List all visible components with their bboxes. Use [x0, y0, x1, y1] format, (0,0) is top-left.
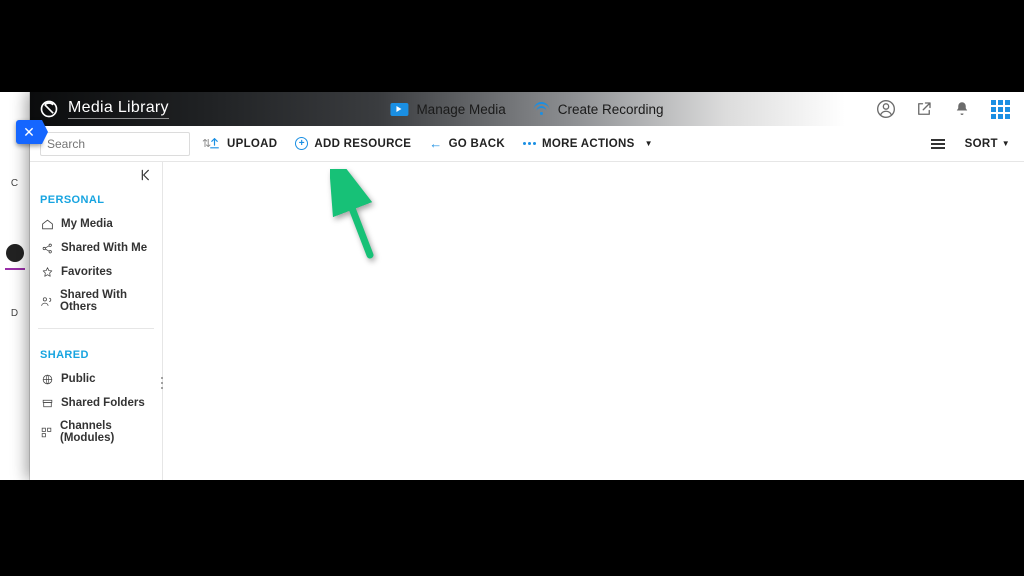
create-recording-label: Create Recording [558, 102, 664, 117]
search-field-wrap[interactable]: ⇅ [40, 132, 190, 156]
sidebar: PERSONAL My Media Shared With Me Favorit… [30, 162, 163, 480]
archive-icon [40, 396, 54, 410]
nav-label: Favorites [61, 266, 112, 278]
caret-down-icon: ▼ [645, 139, 653, 148]
close-panel-button[interactable]: ✕ [16, 120, 42, 144]
nav-my-media[interactable]: My Media [30, 212, 162, 236]
host-app-accent [5, 268, 25, 270]
upload-button[interactable]: UPLOAD [208, 137, 277, 150]
media-library-panel: ✕ Media Library Manage Media Create Reco… [30, 92, 1024, 480]
open-external-icon[interactable] [914, 99, 934, 119]
bell-icon[interactable] [952, 99, 972, 119]
header-right [876, 99, 1010, 119]
nav-public[interactable]: Public [30, 367, 162, 391]
sort-button[interactable]: SORT ▼ [965, 138, 1010, 150]
nav-label: Channels (Modules) [60, 420, 154, 444]
upload-label: UPLOAD [227, 138, 277, 150]
more-actions-label: MORE ACTIONS [542, 138, 635, 150]
sidebar-collapse-button[interactable] [138, 166, 156, 184]
nav-label: Shared With Others [60, 289, 154, 313]
globe-icon [40, 372, 54, 386]
upload-icon [208, 137, 221, 150]
nav-label: Shared Folders [61, 397, 145, 409]
list-view-toggle[interactable] [931, 139, 945, 149]
more-actions-button[interactable]: MORE ACTIONS ▼ [523, 138, 653, 150]
nav-label: Shared With Me [61, 242, 147, 254]
star-icon [40, 265, 54, 279]
broadcast-icon [534, 102, 550, 116]
share-icon [40, 241, 54, 255]
nav-label: Public [61, 373, 96, 385]
nav-label: My Media [61, 218, 113, 230]
toolbar: ⇅ UPLOAD + ADD RESOURCE ← GO BACK MORE A… [30, 126, 1024, 162]
search-input[interactable] [47, 137, 202, 151]
sort-label: SORT [965, 138, 998, 150]
nav-favorites[interactable]: Favorites [30, 260, 162, 284]
nav-shared-with-others[interactable]: Shared With Others [30, 284, 162, 318]
account-icon[interactable] [876, 99, 896, 119]
nav-shared-folders[interactable]: Shared Folders [30, 391, 162, 415]
add-resource-label: ADD RESOURCE [314, 138, 411, 150]
add-resource-button[interactable]: + ADD RESOURCE [295, 137, 411, 150]
home-icon [40, 217, 54, 231]
host-avatar [6, 244, 24, 262]
go-back-label: GO BACK [449, 138, 505, 150]
content-area [163, 162, 1024, 480]
app-title: Media Library [68, 99, 169, 119]
caret-down-icon: ▼ [1002, 139, 1010, 148]
video-folder-icon [390, 103, 408, 116]
people-icon [40, 294, 53, 308]
panel-body: PERSONAL My Media Shared With Me Favorit… [30, 162, 1024, 480]
plus-circle-icon: + [295, 137, 308, 150]
sidebar-section-shared: SHARED [30, 329, 162, 367]
arrow-left-icon: ← [429, 136, 442, 151]
apps-grid-icon[interactable] [990, 99, 1010, 119]
more-dots-icon [523, 142, 536, 145]
nav-channels[interactable]: Channels (Modules) [30, 415, 162, 449]
host-app-label: C [0, 158, 29, 208]
nav-shared-with-me[interactable]: Shared With Me [30, 236, 162, 260]
host-app-strip: C D [0, 92, 30, 480]
header-bar: Media Library Manage Media Create Record… [30, 92, 1024, 126]
modules-icon [40, 425, 53, 439]
app-logo-icon [38, 98, 60, 120]
go-back-button[interactable]: ← GO BACK [429, 136, 505, 151]
manage-media-label: Manage Media [416, 102, 505, 117]
close-icon: ✕ [23, 124, 35, 140]
host-app-label-2: D [0, 288, 29, 338]
manage-media-button[interactable]: Manage Media [390, 102, 505, 117]
letterbox-top [0, 0, 1024, 92]
header-center: Manage Media Create Recording [390, 92, 663, 126]
list-icon [931, 139, 945, 149]
create-recording-button[interactable]: Create Recording [534, 102, 664, 117]
letterbox-bottom [0, 480, 1024, 576]
